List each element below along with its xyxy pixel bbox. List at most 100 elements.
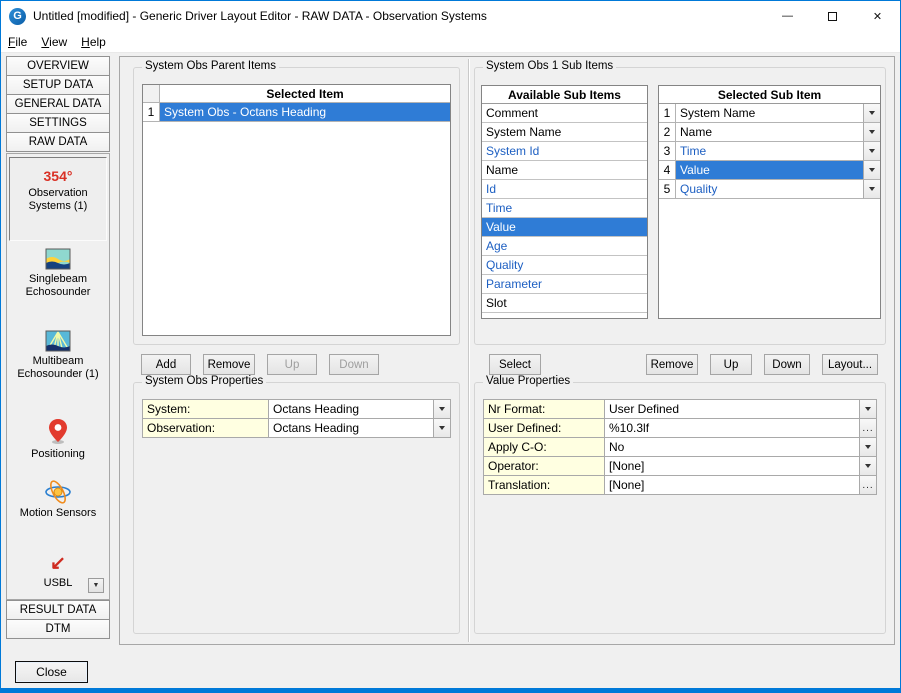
sidebar-item-settings[interactable]: SETTINGS [6, 113, 110, 133]
property-value[interactable]: [None] [605, 457, 860, 476]
ellipsis-button[interactable]: ... [860, 476, 877, 495]
selected-sub-item-header: Selected Sub Item [659, 86, 880, 104]
positioning-icon [48, 418, 68, 445]
sub-remove-button[interactable]: Remove [646, 354, 698, 375]
layout-button[interactable]: Layout... [822, 354, 878, 375]
header-corner-cell [143, 85, 160, 103]
parent-items-header: Selected Item [160, 85, 450, 103]
dropdown-button[interactable] [863, 123, 880, 142]
menubar: File View Help [1, 31, 900, 53]
list-item[interactable]: System Name [482, 123, 647, 142]
table-row[interactable]: 3 Time [659, 142, 880, 161]
close-button[interactable]: Close [15, 661, 88, 683]
dropdown-button[interactable] [860, 457, 877, 476]
dropdown-button[interactable] [860, 400, 877, 419]
parent-items-table: Selected Item 1 System Obs - Octans Head… [142, 84, 451, 336]
dropdown-button[interactable] [863, 180, 880, 199]
list-item[interactable]: Time [482, 199, 647, 218]
list-item[interactable]: Quality [482, 256, 647, 275]
add-button[interactable]: Add [141, 354, 191, 375]
table-row[interactable]: 1 System Name [659, 104, 880, 123]
sidebar-item-general-data[interactable]: GENERAL DATA [6, 94, 110, 114]
sidebar-bottom: RESULT DATA DTM [6, 601, 110, 639]
property-label: Observation: [143, 419, 269, 438]
list-item[interactable]: Parameter [482, 275, 647, 294]
menu-file[interactable]: File [1, 32, 34, 52]
list-item[interactable]: System Id [482, 142, 647, 161]
list-item[interactable]: Id [482, 180, 647, 199]
dropdown-button[interactable] [863, 161, 880, 180]
row-number: 5 [659, 180, 676, 199]
sidebar-item-setup-data[interactable]: SETUP DATA [6, 75, 110, 95]
sidebar-item-dtm[interactable]: DTM [6, 619, 110, 639]
property-label: Operator: [484, 457, 605, 476]
nav-item-multibeam-echosounder[interactable]: Multibeam Echosounder (1) [9, 330, 107, 381]
property-label: Translation: [484, 476, 605, 495]
table-row[interactable]: 2 Name [659, 123, 880, 142]
minimize-button[interactable]: — [765, 1, 810, 31]
property-label: Nr Format: [484, 400, 605, 419]
property-value[interactable]: User Defined [605, 400, 860, 419]
down-button[interactable]: Down [329, 354, 379, 375]
nav-item-singlebeam-echosounder[interactable]: Singlebeam Echosounder [9, 248, 107, 299]
menu-help[interactable]: Help [74, 32, 113, 52]
dropdown-button[interactable] [863, 104, 880, 123]
sidebar-item-raw-data[interactable]: RAW DATA [6, 132, 110, 152]
row-label[interactable]: Time [676, 142, 863, 161]
nav-item-motion-sensors[interactable]: Motion Sensors [9, 480, 107, 520]
up-button[interactable]: Up [267, 354, 317, 375]
nav-scroll-down-button[interactable]: ▼ [88, 578, 104, 593]
singlebeam-echosounder-icon [45, 248, 71, 270]
usbl-icon: ↙ [9, 554, 107, 574]
list-item[interactable]: Slot [482, 294, 647, 313]
property-value[interactable]: Octans Heading [269, 400, 434, 419]
nav-item-positioning[interactable]: Positioning [9, 418, 107, 461]
row-label[interactable]: Value [676, 161, 863, 180]
list-item[interactable]: Value [482, 218, 647, 237]
dropdown-button[interactable] [863, 142, 880, 161]
menu-view[interactable]: View [34, 32, 74, 52]
dropdown-button[interactable] [434, 419, 451, 438]
select-button[interactable]: Select [489, 354, 541, 375]
property-value[interactable]: %10.3lf [605, 419, 860, 438]
list-item[interactable]: Comment [482, 104, 647, 123]
list-item[interactable]: Age [482, 237, 647, 256]
available-sub-items-header: Available Sub Items [482, 86, 647, 104]
property-value[interactable]: No [605, 438, 860, 457]
row-label[interactable]: System Name [676, 104, 863, 123]
group-sub-items: System Obs 1 Sub Items Available Sub Ite… [474, 67, 886, 345]
table-row[interactable]: 4 Value [659, 161, 880, 180]
maximize-button[interactable] [810, 1, 855, 31]
sub-items-buttons: Remove Up Down Layout... [646, 354, 878, 375]
property-label: System: [143, 400, 269, 419]
sidebar-item-result-data[interactable]: RESULT DATA [6, 600, 110, 620]
row-number: 2 [659, 123, 676, 142]
close-window-button[interactable]: ✕ [855, 1, 900, 31]
sub-down-button[interactable]: Down [764, 354, 810, 375]
property-label: User Defined: [484, 419, 605, 438]
selected-sub-item-table: Selected Sub Item 1 System Name 2 Name 3… [658, 85, 881, 319]
sidebar-item-overview[interactable]: OVERVIEW [6, 56, 110, 76]
table-row[interactable]: 5 Quality [659, 180, 880, 199]
chevron-down-icon [869, 130, 875, 134]
row-label[interactable]: Quality [676, 180, 863, 199]
list-item[interactable]: Name [482, 161, 647, 180]
row-label[interactable]: System Obs - Octans Heading [160, 103, 450, 122]
group-parent-items: System Obs Parent Items Selected Item 1 … [133, 67, 460, 345]
ellipsis-button[interactable]: ... [860, 419, 877, 438]
remove-button[interactable]: Remove [203, 354, 255, 375]
sub-up-button[interactable]: Up [710, 354, 752, 375]
dropdown-button[interactable] [434, 400, 451, 419]
chevron-down-icon [869, 111, 875, 115]
row-number: 1 [143, 103, 160, 122]
table-row[interactable]: 1 System Obs - Octans Heading [143, 103, 450, 122]
property-value[interactable]: [None] [605, 476, 860, 495]
property-value[interactable]: Octans Heading [269, 419, 434, 438]
main-panel: System Obs Parent Items Selected Item 1 … [119, 56, 895, 645]
nav-item-observation-systems[interactable]: 354° Observation Systems (1) [9, 157, 107, 241]
property-row: User Defined: %10.3lf ... [484, 419, 877, 438]
multibeam-echosounder-icon [45, 330, 71, 352]
row-label[interactable]: Name [676, 123, 863, 142]
raw-data-nav-panel: 354° Observation Systems (1) Singlebeam … [6, 153, 110, 600]
dropdown-button[interactable] [860, 438, 877, 457]
